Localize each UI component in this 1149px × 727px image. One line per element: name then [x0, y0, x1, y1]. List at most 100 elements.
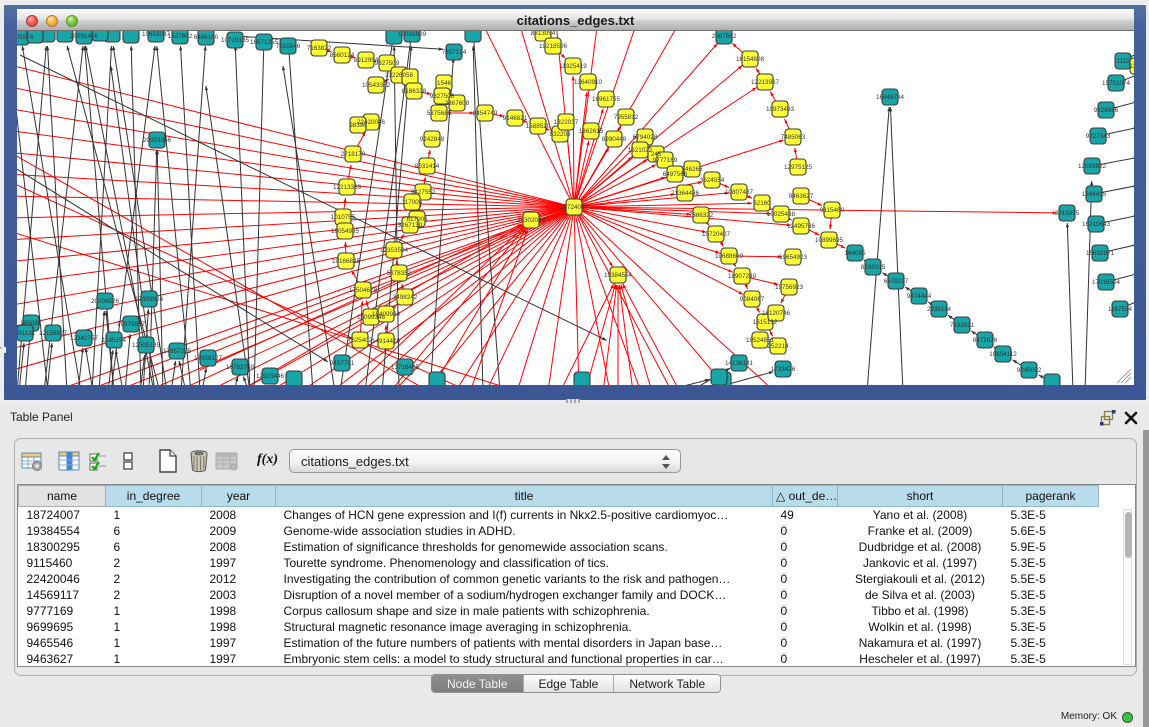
svg-text:9457791: 9457791 [330, 360, 355, 367]
svg-text:19054985: 19054985 [331, 228, 360, 235]
svg-text:252214: 252214 [767, 343, 789, 350]
svg-text:25302033: 25302033 [517, 217, 546, 224]
svg-text:3624554: 3624554 [700, 177, 725, 184]
svg-text:3215955: 3215955 [1055, 210, 1080, 217]
svg-text:7357224: 7357224 [442, 49, 467, 56]
svg-text:15692971: 15692971 [1086, 250, 1115, 257]
svg-text:10719185: 10719185 [221, 37, 250, 44]
svg-text:18724007: 18724007 [560, 204, 589, 211]
svg-text:21364436: 21364436 [671, 190, 700, 197]
svg-text:2087662: 2087662 [712, 33, 737, 40]
svg-text:9242848: 9242848 [420, 136, 445, 143]
svg-text:12923446: 12923446 [256, 373, 285, 380]
svg-text:1167534: 1167534 [1108, 306, 1133, 313]
svg-text:16210643: 16210643 [1082, 221, 1111, 228]
svg-text:12505135: 12505135 [132, 342, 161, 349]
svg-text:16782759: 16782759 [226, 364, 255, 371]
svg-text:19384554: 19384554 [604, 272, 633, 279]
svg-text:19166825: 19166825 [332, 258, 361, 265]
svg-text:20053346: 20053346 [143, 137, 172, 144]
svg-text:1615132: 1615132 [753, 319, 778, 326]
svg-text:12975125: 12975125 [784, 164, 813, 171]
svg-text:8471676: 8471676 [973, 337, 998, 344]
svg-text:16120746: 16120746 [762, 310, 791, 317]
svg-text:11325419: 11325419 [559, 63, 587, 70]
svg-text:17016504: 17016504 [1092, 279, 1121, 286]
svg-text:8813054: 8813054 [531, 31, 556, 37]
svg-text:10653287: 10653287 [142, 31, 171, 38]
svg-text:985081: 985081 [20, 320, 42, 327]
svg-text:1362615: 1362615 [579, 128, 604, 135]
svg-text:7485063: 7485063 [781, 134, 806, 141]
svg-text:98396: 98396 [349, 122, 367, 129]
svg-text:1244415: 1244415 [1082, 191, 1107, 198]
svg-text:9329966: 9329966 [1094, 107, 1119, 114]
svg-text:19756923: 19756923 [775, 284, 804, 291]
svg-text:1010755: 1010755 [331, 214, 356, 221]
svg-text:10958127: 10958127 [194, 355, 223, 362]
svg-text:19975887: 19975887 [117, 321, 146, 328]
svg-text:14914479: 14914479 [372, 338, 401, 345]
svg-text:10973493: 10973493 [766, 106, 795, 113]
svg-text:19654923: 19654923 [779, 254, 808, 261]
svg-text:12093822: 12093822 [1078, 163, 1107, 170]
svg-text:8938915: 8938915 [861, 264, 886, 271]
svg-text:5878352: 5878352 [387, 270, 412, 277]
svg-text:8990448: 8990448 [602, 136, 627, 143]
svg-text:17504678: 17504678 [349, 287, 378, 294]
svg-text:12156827: 12156827 [39, 330, 68, 337]
svg-text:9327508: 9327508 [430, 93, 455, 100]
svg-text:12213363: 12213363 [333, 184, 362, 191]
svg-text:20691406: 20691406 [70, 33, 99, 40]
svg-text:13716485: 13716485 [391, 364, 420, 371]
svg-text:18907249: 18907249 [728, 273, 757, 280]
svg-text:2935114: 2935114 [927, 306, 952, 313]
svg-text:7632621: 7632621 [950, 322, 975, 329]
svg-text:8454749: 8454749 [473, 110, 498, 117]
svg-text:17957225: 17957225 [163, 348, 192, 355]
svg-text:9463627: 9463627 [789, 193, 814, 200]
svg-text:14136141: 14136141 [725, 360, 754, 367]
svg-text:8186328: 8186328 [402, 88, 427, 95]
svg-text:6466160: 6466160 [194, 34, 219, 41]
svg-text:7515546: 7515546 [276, 43, 301, 50]
svg-text:3498242: 3498242 [393, 294, 418, 301]
svg-text:1588520: 1588520 [526, 123, 551, 130]
svg-text:9146821: 9146821 [503, 115, 528, 122]
svg-text:1527602: 1527602 [168, 33, 193, 40]
svg-text:8031414: 8031414 [415, 163, 440, 170]
svg-text:117006: 117006 [402, 199, 423, 206]
svg-text:1405574: 1405574 [17, 34, 34, 41]
svg-text:1546: 1546 [437, 80, 452, 87]
svg-text:10654112: 10654112 [989, 351, 1017, 358]
svg-text:10688609: 10688609 [715, 253, 744, 260]
svg-text:6679197: 6679197 [884, 278, 909, 285]
svg-text:6794028: 6794028 [633, 134, 658, 141]
svg-text:3267130: 3267130 [398, 222, 423, 229]
svg-text:10025438: 10025438 [767, 211, 796, 218]
svg-text:15720407: 15720407 [702, 231, 731, 238]
svg-text:9474444: 9474444 [907, 293, 932, 300]
svg-text:9084067: 9084067 [740, 296, 765, 303]
svg-text:10807487: 10807487 [725, 189, 754, 196]
svg-text:15409934: 15409934 [372, 311, 401, 318]
svg-text:9427552: 9427552 [411, 189, 436, 196]
svg-text:391131: 391131 [17, 330, 36, 337]
svg-text:7163822: 7163822 [307, 45, 332, 52]
svg-text:164095: 164095 [844, 250, 866, 257]
svg-text:12495786: 12495786 [787, 223, 816, 230]
svg-text:9777169: 9777169 [653, 157, 678, 164]
svg-text:9227343: 9227343 [1086, 133, 1111, 140]
svg-text:31226058: 31226058 [385, 72, 414, 79]
svg-text:10543362: 10543362 [362, 82, 391, 89]
svg-text:2367608: 2367608 [445, 100, 470, 107]
svg-text:7625402: 7625402 [348, 337, 373, 344]
svg-text:2718170: 2718170 [341, 151, 366, 158]
svg-text:832203: 832203 [549, 131, 571, 138]
svg-text:16033809: 16033809 [398, 31, 427, 38]
svg-text:1733426: 1733426 [771, 366, 796, 373]
svg-text:16648784: 16648784 [876, 94, 905, 101]
svg-text:13640910: 13640910 [574, 79, 603, 86]
svg-text:1112: 1112 [1116, 58, 1130, 65]
svg-text:9245052: 9245052 [1017, 367, 1042, 374]
